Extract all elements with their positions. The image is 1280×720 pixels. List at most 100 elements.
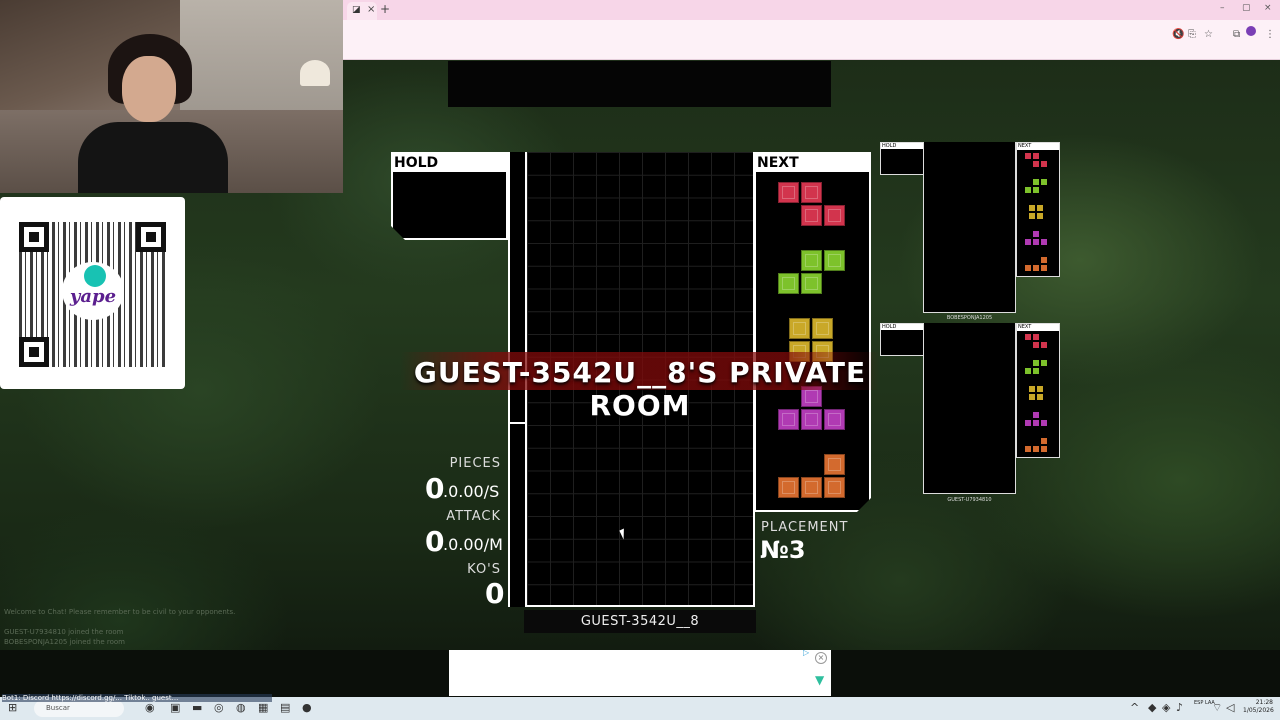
tray-app-icon[interactable]: ♪: [1176, 701, 1183, 714]
opponent-next: NEXT: [1016, 323, 1060, 458]
tray-app-icon[interactable]: ◆: [1148, 701, 1156, 714]
opponent-next-cell-l: [1041, 257, 1047, 263]
hold-box: HOLD: [391, 152, 508, 240]
taskbar-app-icon[interactable]: ◍: [236, 701, 246, 714]
profile-avatar[interactable]: [1246, 26, 1256, 36]
attack-rate: .0.00/M: [443, 535, 503, 554]
opponent-next-cell-o: [1029, 394, 1035, 400]
maximize-button[interactable]: ▢: [1242, 3, 1251, 13]
opponent-next-cell-t: [1041, 420, 1047, 426]
opponent-next-cell-s: [1033, 179, 1039, 185]
opponent-name: BOBESPONJA1205: [946, 315, 993, 321]
translate-icon[interactable]: ⎘: [1188, 29, 1196, 40]
opponent-next-cell-t: [1033, 412, 1039, 418]
taskbar-search[interactable]: Buscar: [34, 700, 124, 717]
volume-icon[interactable]: ◁: [1226, 701, 1234, 714]
pieces-label: PIECES: [449, 456, 501, 471]
opponent-next-cell-z: [1033, 342, 1039, 348]
taskbar-app-icon[interactable]: ◉: [145, 701, 155, 714]
windows-start-icon[interactable]: ⊞: [8, 701, 17, 714]
clock[interactable]: 21:28 1/05/2026: [1243, 699, 1274, 715]
pieces-rate: .0.00/S: [443, 482, 500, 501]
kos-label: KO'S: [467, 562, 501, 577]
menu-kebab-icon[interactable]: ⋮: [1265, 29, 1275, 40]
address-bar: 🔇 ⎘ ☆ ⧉ ⋮: [343, 20, 1280, 60]
next-piece-cell-s: [778, 273, 799, 294]
opponent-hold: HOLD: [880, 323, 924, 356]
opponent-next-cell-o: [1037, 213, 1043, 219]
opponent-hold: HOLD: [880, 142, 924, 175]
opponent-next-cell-z: [1033, 153, 1039, 159]
browser-tab[interactable]: ◪ ×: [347, 2, 377, 20]
opponent-next-cell-z: [1041, 161, 1047, 167]
yape-badge-icon: [84, 265, 106, 287]
placement-value: №3: [760, 536, 806, 564]
pieces-value: 0: [425, 472, 445, 505]
opponent-next-cell-z: [1025, 334, 1031, 340]
chat-line: GUEST-U7934810 joined the room: [4, 628, 124, 636]
next-piece-cell-l: [801, 477, 822, 498]
opponent-next-cell-z: [1025, 153, 1031, 159]
next-piece-cell-z: [778, 182, 799, 203]
tray-chevron-icon[interactable]: ^: [1130, 701, 1139, 714]
opponent-next-cell-l: [1025, 265, 1031, 271]
tab-close-icon[interactable]: ×: [367, 4, 375, 15]
opponent-next-cell-o: [1029, 386, 1035, 392]
opponent-next-cell-z: [1033, 334, 1039, 340]
folder-icon[interactable]: ▬: [192, 701, 202, 714]
kos-value: 0: [485, 577, 505, 610]
qr-finder: [19, 222, 49, 252]
opponent-next-cell-l: [1033, 265, 1039, 271]
opponent-next-cell-o: [1037, 205, 1043, 211]
calculator-icon[interactable]: ▦: [258, 701, 268, 714]
opponent-next-cell-s: [1033, 368, 1039, 374]
opponent-hold-label: HOLD: [881, 324, 923, 330]
ad-brand-icon: ▼: [815, 673, 825, 687]
garbage-marker: [510, 422, 525, 424]
screen: ◪ × + – ▢ × 🔇 ⎘ ☆ ⧉ ⋮ yape HOLD GUEST-35…: [0, 0, 1280, 720]
opponent-next-cell-s: [1033, 360, 1039, 366]
opponent-next-cell-o: [1037, 386, 1043, 392]
taskbar-app-icon[interactable]: ▤: [280, 701, 290, 714]
keyboard-language[interactable]: ESP LAA: [1194, 700, 1215, 707]
hold-label: HOLD: [393, 154, 506, 172]
next-piece-cell-s: [801, 250, 822, 271]
mute-icon[interactable]: 🔇: [1172, 29, 1184, 40]
opponent-next-cell-s: [1041, 360, 1047, 366]
opponent-next-cell-z: [1033, 161, 1039, 167]
next-piece-cell-l: [824, 477, 845, 498]
next-queue: NEXT: [754, 152, 871, 512]
opponent-next-cell-l: [1041, 438, 1047, 444]
extensions-icon[interactable]: ⧉: [1233, 29, 1240, 40]
opponent-next-cell-t: [1025, 239, 1031, 245]
opponent-board: [923, 142, 1016, 313]
new-tab-button[interactable]: +: [380, 2, 390, 16]
webcam-body: [78, 122, 228, 193]
ad-close-icon[interactable]: ×: [815, 652, 827, 664]
next-piece-cell-o: [812, 318, 833, 339]
opponent-next-cell-t: [1033, 239, 1039, 245]
ad-banner[interactable]: [449, 650, 831, 696]
browser-tabbar: ◪ × + – ▢ ×: [343, 0, 1280, 20]
close-window-button[interactable]: ×: [1264, 3, 1272, 13]
next-piece-cell-s: [824, 250, 845, 271]
taskbar-app-icon[interactable]: ▣: [170, 701, 180, 714]
obs-icon[interactable]: ●: [302, 701, 312, 714]
opponent-next-cell-s: [1025, 368, 1031, 374]
minimize-button[interactable]: –: [1220, 3, 1225, 13]
bookmark-star-icon[interactable]: ☆: [1204, 29, 1213, 40]
tray-app-icon[interactable]: ◈: [1162, 701, 1170, 714]
taskbar-app-icon[interactable]: ◎: [214, 701, 224, 714]
opponent-name: GUEST-U7934810: [947, 497, 992, 503]
attack-value: 0: [425, 525, 445, 558]
qr-finder: [136, 222, 166, 252]
opponent-next-cell-t: [1041, 239, 1047, 245]
tab-favicon-icon: ◪: [352, 5, 361, 15]
opponent-next-cell-l: [1033, 446, 1039, 452]
opponent-next-cell-l: [1025, 446, 1031, 452]
opponent-next-cell-t: [1033, 231, 1039, 237]
opponent-next-cell-o: [1029, 213, 1035, 219]
ad-info-icon[interactable]: ▷: [803, 648, 809, 657]
opponent-next-cell-s: [1033, 187, 1039, 193]
next-piece-cell-l: [778, 477, 799, 498]
